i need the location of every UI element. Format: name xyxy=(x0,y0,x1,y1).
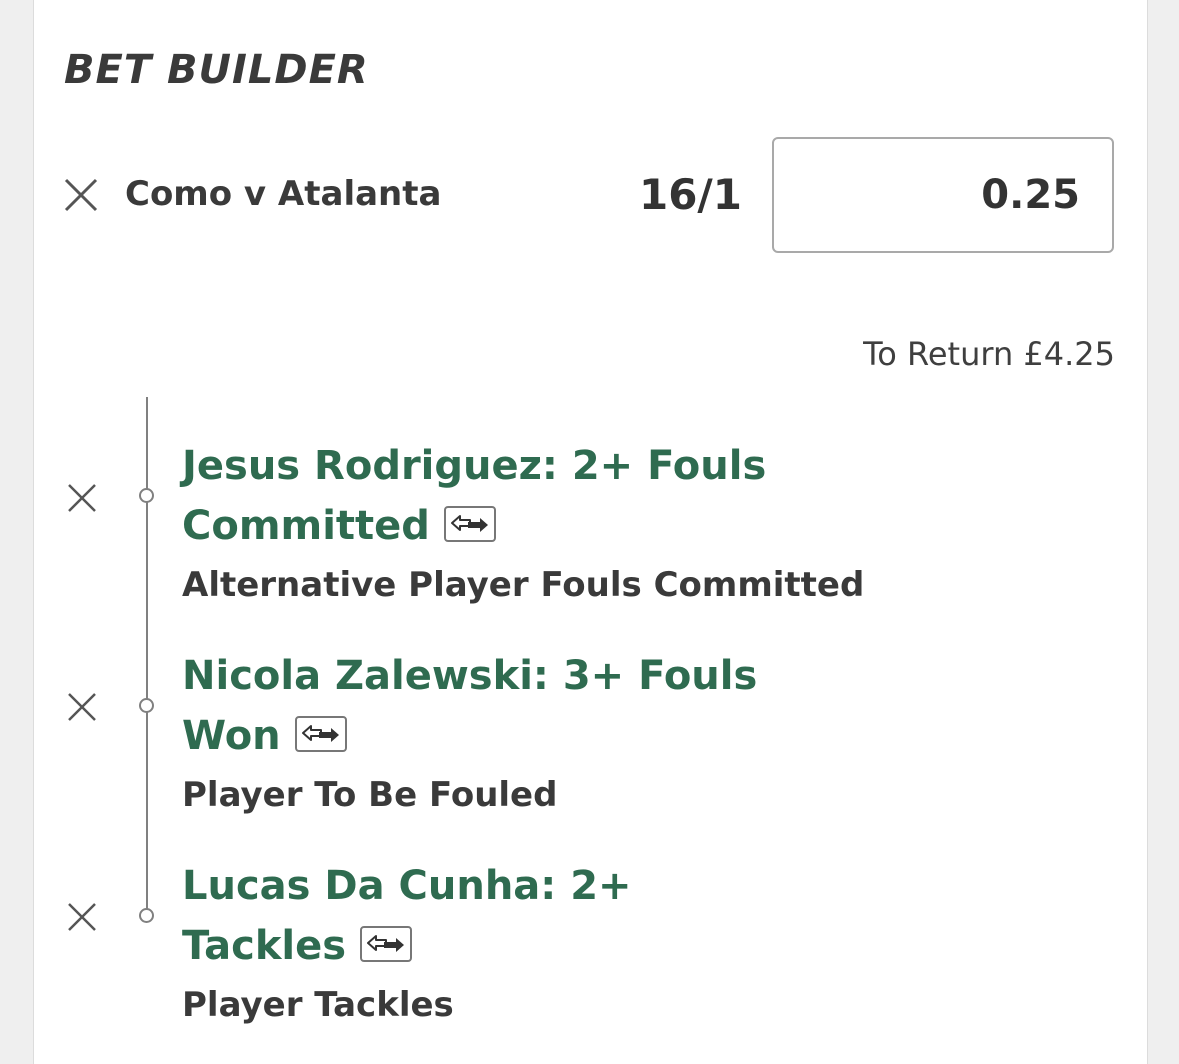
selection-title: Nicola Zalewski: 3+ Fouls Won xyxy=(182,646,782,766)
odds-value: 16/1 xyxy=(638,170,742,219)
remove-selection-button[interactable] xyxy=(66,482,98,514)
market-name: Alternative Player Fouls Committed xyxy=(182,565,865,605)
timeline-dot xyxy=(139,488,154,503)
page-title: BET BUILDER xyxy=(64,47,369,93)
remove-selection-button[interactable] xyxy=(66,691,98,723)
selection-title: Jesus Rodriguez: 2+ Fouls Committed xyxy=(182,436,822,556)
swap-icon[interactable] xyxy=(294,716,347,752)
selection-title: Lucas Da Cunha: 2+ Tackles xyxy=(182,856,652,976)
remove-bet-button[interactable] xyxy=(64,178,98,212)
swap-icon[interactable] xyxy=(360,926,413,962)
remove-selection-button[interactable] xyxy=(66,901,98,933)
stake-input[interactable] xyxy=(772,137,1114,253)
swap-icon[interactable] xyxy=(443,506,496,542)
selection-title-text: Nicola Zalewski: 3+ Fouls Won xyxy=(182,653,758,759)
close-icon xyxy=(68,693,96,721)
close-icon xyxy=(68,903,96,931)
close-icon xyxy=(68,484,96,512)
to-return-amount: To Return £4.25 xyxy=(863,335,1115,373)
timeline-line xyxy=(146,397,148,917)
market-name: Player To Be Fouled xyxy=(182,775,558,815)
timeline-dot xyxy=(139,698,154,713)
close-icon xyxy=(64,178,98,212)
bet-builder-card: BET BUILDER Como v Atalanta 16/1 To Retu… xyxy=(33,0,1148,1064)
match-name: Como v Atalanta xyxy=(125,174,442,214)
timeline-dot xyxy=(139,908,154,923)
market-name: Player Tackles xyxy=(182,985,454,1025)
